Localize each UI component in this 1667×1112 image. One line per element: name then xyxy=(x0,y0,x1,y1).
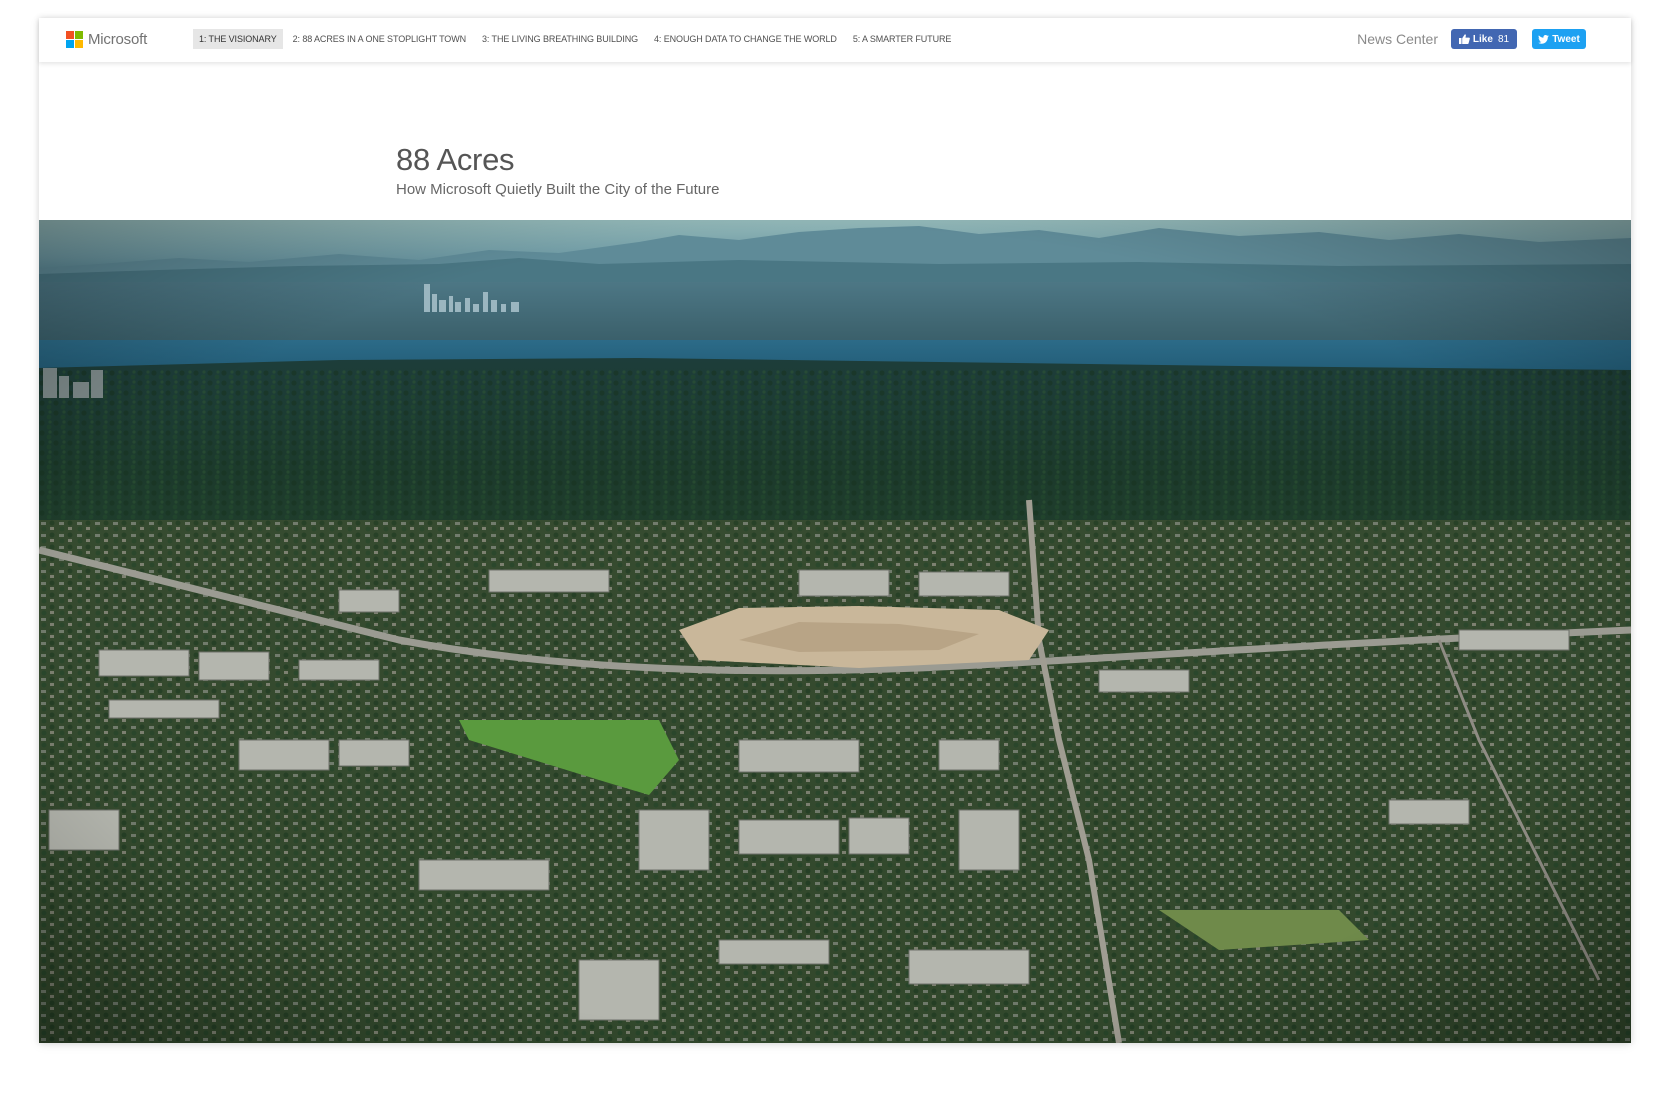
microsoft-logo-text: Microsoft xyxy=(88,30,148,48)
logo-square-blue xyxy=(66,39,74,48)
page-subtitle: How Microsoft Quietly Built the City of … xyxy=(396,181,720,198)
browser-viewport: Microsoft 1: The Visionary 2: 88 Acres i… xyxy=(39,18,1631,1043)
top-navigation-bar: Microsoft 1: The Visionary 2: 88 Acres i… xyxy=(39,18,1631,62)
nav-item-88-acres[interactable]: 2: 88 Acres in a One Stoplight Town xyxy=(287,29,472,49)
twitter-bird-icon xyxy=(1538,34,1550,44)
logo-square-yellow xyxy=(75,39,83,48)
microsoft-logo-link[interactable]: Microsoft xyxy=(66,30,147,48)
news-center-link[interactable]: News Center xyxy=(1357,31,1438,47)
tweet-label: Tweet xyxy=(1552,33,1580,45)
logo-square-red xyxy=(66,30,74,39)
like-label: Like xyxy=(1472,33,1493,45)
page-title: 88 Acres xyxy=(396,142,515,177)
chapter-nav: 1: The Visionary 2: 88 Acres in a One St… xyxy=(193,29,961,49)
vignette-overlay xyxy=(39,220,1631,1043)
hero-aerial-photo xyxy=(39,220,1631,1043)
facebook-like-button[interactable]: Like 81 xyxy=(1451,29,1517,49)
nav-item-smarter-future[interactable]: 5: A Smarter Future xyxy=(847,29,957,49)
thumbs-up-icon xyxy=(1458,34,1470,44)
tweet-button[interactable]: Tweet xyxy=(1532,29,1586,49)
article-header: 88 Acres How Microsoft Quietly Built the… xyxy=(396,142,719,199)
page: Microsoft 1: The Visionary 2: 88 Acres i… xyxy=(0,0,1667,1112)
like-count: 81 xyxy=(1497,33,1510,45)
nav-item-living-breathing-building[interactable]: 3: The Living Breathing Building xyxy=(476,29,644,49)
nav-item-the-visionary[interactable]: 1: The Visionary xyxy=(193,29,283,49)
nav-item-enough-data[interactable]: 4: Enough Data to Change the World xyxy=(648,29,843,49)
logo-square-green xyxy=(75,30,83,39)
microsoft-logo-icon xyxy=(66,30,83,48)
